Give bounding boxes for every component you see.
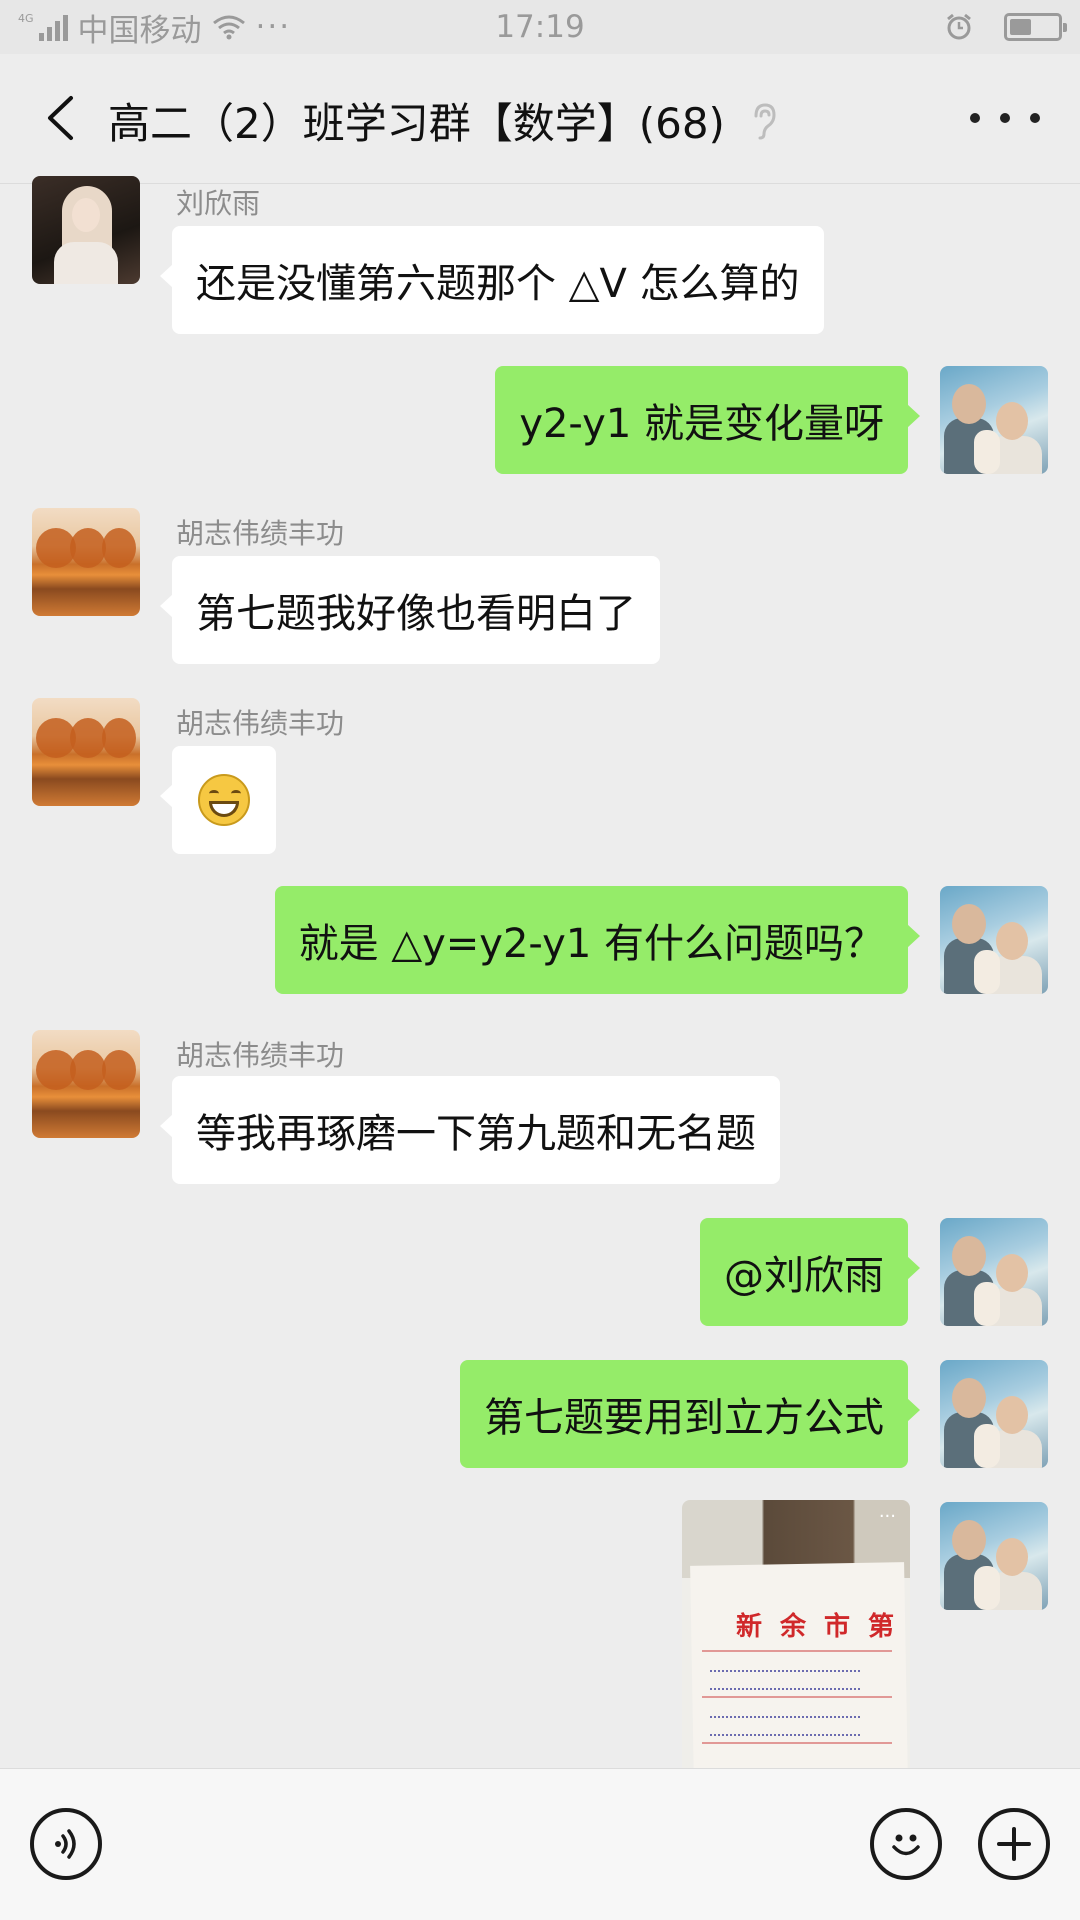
message-bubble[interactable]: 第七题我好像也看明白了 bbox=[160, 556, 660, 664]
chevron-left-icon bbox=[48, 96, 73, 140]
earpiece-mode-icon bbox=[751, 102, 777, 140]
alarm-icon bbox=[947, 13, 971, 40]
message-bubble[interactable]: y2-y1 就是变化量呀 bbox=[495, 366, 920, 474]
message-bubble[interactable] bbox=[160, 746, 276, 854]
title-bar: 高二（2）班学习群【数学】(68) bbox=[0, 54, 1080, 184]
status-bar: 4G 中国移动 ··· 17:19 bbox=[0, 0, 1080, 54]
avatar-hu-zhiwei[interactable] bbox=[32, 698, 140, 806]
avatar-self[interactable] bbox=[940, 1218, 1048, 1326]
image-message[interactable]: 新余市第 ··· bbox=[682, 1500, 910, 1768]
image-heading-text: 新余市第 bbox=[736, 1612, 910, 1642]
carrier-name: 中国移动 bbox=[77, 12, 202, 49]
avatar-self[interactable] bbox=[940, 366, 1048, 474]
group-name: 高二（2）班学习群【数学】(68) bbox=[108, 99, 725, 148]
dot-icon bbox=[970, 113, 980, 123]
avatar-hu-zhiwei[interactable] bbox=[32, 1030, 140, 1138]
avatar-self[interactable] bbox=[940, 1360, 1048, 1468]
more-icon: ··· bbox=[878, 1506, 896, 1527]
avatar-hu-zhiwei[interactable] bbox=[32, 508, 140, 616]
sender-name: 刘欣雨 bbox=[176, 187, 261, 220]
wifi-icon bbox=[212, 15, 245, 40]
message-input[interactable] bbox=[124, 1795, 840, 1895]
emoji-button[interactable] bbox=[870, 1808, 942, 1880]
sender-name: 胡志伟绩丰功 bbox=[176, 1039, 345, 1072]
avatar-liu-xinyu[interactable] bbox=[32, 176, 140, 284]
sender-name: 胡志伟绩丰功 bbox=[176, 517, 345, 550]
signal-icon: 4G bbox=[18, 13, 68, 41]
add-more-button[interactable] bbox=[978, 1808, 1050, 1880]
avatar-self[interactable] bbox=[940, 1502, 1048, 1610]
voice-icon bbox=[55, 1829, 76, 1859]
grinning-face-emoji-icon bbox=[198, 774, 250, 826]
plus-icon bbox=[997, 1827, 1031, 1861]
sender-name: 胡志伟绩丰功 bbox=[176, 707, 345, 740]
smiley-icon bbox=[892, 1834, 920, 1856]
dot-icon bbox=[1000, 113, 1010, 123]
avatar-self[interactable] bbox=[940, 886, 1048, 994]
message-bubble[interactable]: 还是没懂第六题那个 △V 怎么算的 bbox=[160, 226, 824, 334]
chat-screen: 4G 中国移动 ··· 17:19 高二（2）班学习群【数学】(68) 刘欣雨 … bbox=[0, 0, 1080, 1920]
back-button[interactable] bbox=[30, 88, 90, 148]
battery-icon bbox=[1004, 13, 1067, 41]
message-bubble[interactable]: 就是 △y=y2-y1 有什么问题吗？ bbox=[274, 886, 921, 994]
voice-input-button[interactable] bbox=[30, 1808, 102, 1880]
message-bubble[interactable]: @刘欣雨 bbox=[700, 1218, 920, 1326]
dot-icon bbox=[1030, 113, 1040, 123]
message-bubble[interactable]: 第七题要用到立方公式 bbox=[460, 1360, 920, 1468]
more-status-icon: ··· bbox=[255, 9, 292, 45]
chat-title: 高二（2）班学习群【数学】(68) bbox=[108, 90, 777, 151]
more-options-button[interactable] bbox=[970, 98, 1040, 138]
message-bubble[interactable]: 等我再琢磨一下第九题和无名题 bbox=[160, 1076, 780, 1184]
